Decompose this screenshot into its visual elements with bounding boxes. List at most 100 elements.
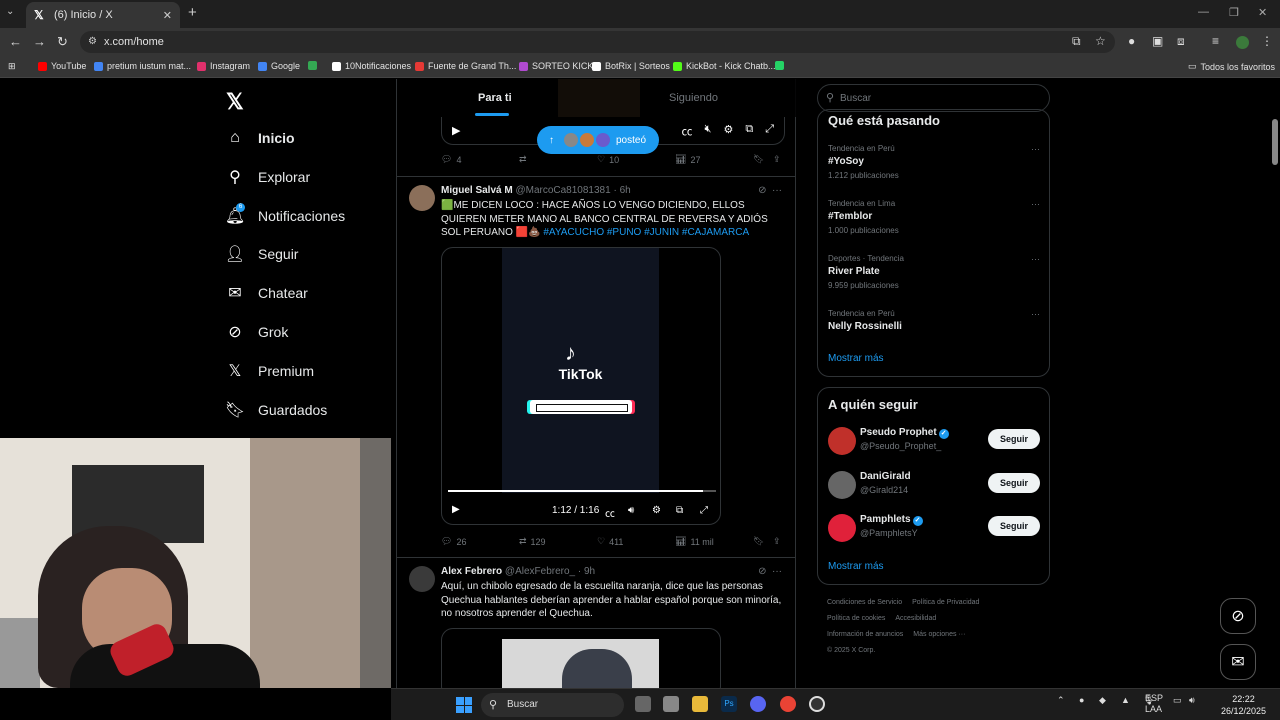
bookmark-item[interactable]: Instagram	[197, 61, 250, 71]
obs-icon[interactable]	[809, 696, 825, 712]
footer-link[interactable]: © 2025 X Corp.	[827, 647, 875, 654]
suggestion-name[interactable]: Pamphlets ✓	[860, 514, 923, 526]
post-hashtags[interactable]: #AYACUCHO #PUNO #JUNIN #CAJAMARCA	[543, 227, 749, 238]
bookmark-item[interactable]: Fuente de Grand Th...	[415, 61, 516, 71]
grok-post-icon[interactable]: ⊘ ···	[758, 566, 782, 577]
apps-icon[interactable]: ⊞	[8, 61, 16, 72]
video-player[interactable]: ♪ TikTok ▶ 1:12 / 1:16 ㏄ 🔊︎ ⚙ ⧉ ⤢	[441, 247, 721, 525]
fullscreen-icon[interactable]: ⤢	[765, 123, 774, 139]
reload-icon[interactable]: ↻	[57, 34, 68, 50]
bookmark-item[interactable]: KickBot - Kick Chatb...	[673, 61, 776, 71]
avatar[interactable]	[409, 566, 435, 592]
avatar[interactable]	[409, 185, 435, 211]
more-options-icon[interactable]: ···	[1031, 199, 1040, 209]
footer-link[interactable]: Accesibilidad	[895, 615, 936, 622]
nav-item-notificaciones[interactable]: 🔔︎ 6 Notificaciones	[225, 202, 345, 225]
language-indicator[interactable]: ESP LAA	[1145, 693, 1163, 715]
all-bookmarks[interactable]: ▭ Todos los favoritos	[1188, 61, 1275, 72]
page-scrollbar[interactable]	[1272, 119, 1278, 165]
bookmark-item[interactable]: YouTube	[38, 61, 86, 71]
nav-item-inicio[interactable]: ⌂ Inicio	[226, 129, 294, 147]
who-show-more[interactable]: Mostrar más	[828, 561, 884, 572]
like-button[interactable]: ♡ 411	[597, 536, 623, 547]
bookmark-button[interactable]: 🔖︎	[753, 536, 764, 547]
nav-item-premium[interactable]: 𝕏 Premium	[226, 362, 314, 380]
views-button[interactable]: 📊︎ 27	[675, 154, 700, 165]
menu-icon[interactable]: ⋮	[1261, 34, 1273, 48]
post-image[interactable]	[441, 628, 721, 688]
post-time[interactable]: · 9h	[578, 566, 595, 577]
author-name[interactable]: Alex Febrero	[441, 566, 502, 577]
play-icon[interactable]: ▶	[452, 124, 460, 137]
windows-start-icon[interactable]	[456, 697, 472, 713]
video-progress[interactable]	[448, 490, 716, 492]
tray-app-icon[interactable]: ●	[1079, 695, 1084, 705]
like-button[interactable]: ♡ 10	[597, 154, 619, 165]
puzzle-icon[interactable]: ⧈	[1177, 34, 1185, 49]
network-icon[interactable]: ▭	[1173, 695, 1182, 706]
star-icon[interactable]: ☆	[1095, 34, 1106, 48]
volume-icon[interactable]: 🔊︎	[628, 505, 634, 516]
bookmark-item[interactable]: pretium iustum mat...	[94, 61, 191, 71]
views-button[interactable]: 📊︎ 11 mil	[675, 536, 714, 547]
bookmark-item[interactable]: 10Notificaciones	[332, 61, 411, 71]
app-icon[interactable]	[663, 696, 679, 712]
follow-suggestion[interactable]: DaniGirald @Girald214 Seguir	[828, 470, 1040, 501]
trend-item[interactable]: Deportes · Tendencia River Plate 9.959 pub…	[828, 254, 1040, 290]
volume-icon[interactable]: 🔊︎	[1189, 695, 1195, 706]
popout-icon[interactable]: ⧉	[745, 123, 753, 139]
share-button[interactable]: ⇪	[773, 154, 781, 165]
bookmark-item[interactable]: BotRix | Sorteos	[592, 61, 670, 71]
fullscreen-icon[interactable]: ⤢	[700, 505, 708, 516]
settings-icon[interactable]: ⚙	[723, 123, 733, 139]
restore-icon[interactable]: ❐	[1229, 6, 1239, 19]
footer-link[interactable]: Más opciones ···	[913, 631, 965, 638]
grok-post-icon[interactable]: ⊘ ···	[758, 185, 782, 196]
media-icon[interactable]: ≡	[1212, 34, 1219, 48]
settings-icon[interactable]: ⚙	[652, 505, 661, 516]
bookmark-item[interactable]	[775, 61, 784, 70]
suggestion-name[interactable]: Pseudo Prophet ✓	[860, 427, 949, 439]
task-view-icon[interactable]	[635, 696, 651, 712]
play-icon[interactable]: ▶	[452, 504, 460, 515]
x-logo-icon[interactable]: 𝕏	[226, 89, 244, 115]
file-explorer-icon[interactable]	[692, 696, 708, 712]
nav-item-seguir[interactable]: 👤︎ Seguir	[225, 245, 299, 263]
bookmark-item[interactable]: Google	[258, 61, 300, 71]
bookmark-item[interactable]	[308, 61, 317, 70]
follow-button[interactable]: Seguir	[988, 429, 1040, 449]
footer-link[interactable]: Política de Privacidad	[912, 599, 979, 606]
share-button[interactable]: ⇪	[773, 536, 781, 547]
post-time[interactable]: · 6h	[613, 185, 630, 196]
new-tab-icon[interactable]: +	[188, 4, 197, 21]
avatar[interactable]	[828, 427, 856, 455]
profile-avatar[interactable]	[1236, 36, 1249, 49]
reply-button[interactable]: 💬︎ 4	[441, 154, 461, 165]
clock[interactable]: 22:22 26/12/2025	[1221, 693, 1266, 717]
more-options-icon[interactable]: ···	[1031, 144, 1040, 154]
author-name[interactable]: Miguel Salvá M	[441, 185, 513, 196]
avatar[interactable]	[828, 514, 856, 542]
bookmark-button[interactable]: 🔖︎	[753, 154, 764, 165]
follow-button[interactable]: Seguir	[988, 472, 1040, 493]
discord-icon[interactable]	[750, 696, 766, 712]
cast-icon[interactable]: ⧉	[1072, 34, 1081, 49]
site-info-icon[interactable]: ⚙	[88, 36, 97, 47]
follow-suggestion[interactable]: Pamphlets ✓ @PamphletsY Seguir	[828, 514, 1040, 544]
back-icon[interactable]: ←	[9, 34, 22, 49]
wallet-icon[interactable]: ▣	[1152, 34, 1163, 48]
more-options-icon[interactable]: ···	[1031, 254, 1040, 264]
messages-fab-icon[interactable]: ✉	[1220, 644, 1256, 680]
trend-item[interactable]: Tendencia en Perú Nelly Rossinelli ···	[828, 309, 1040, 332]
chrome-icon[interactable]	[780, 696, 796, 712]
follow-suggestion[interactable]: Pseudo Prophet ✓ @Pseudo_Prophet_ Seguir	[828, 427, 1040, 457]
more-options-icon[interactable]: ···	[1031, 309, 1040, 319]
popout-icon[interactable]: ⧉	[676, 505, 683, 516]
search-input[interactable]: ⚲ Buscar	[817, 84, 1050, 112]
captions-icon[interactable]: ㏄	[682, 123, 693, 139]
close-tab-icon[interactable]: ✕	[163, 9, 172, 22]
repost-button[interactable]: ⇄ 129	[519, 536, 546, 547]
tab-para-ti[interactable]: Para ti	[478, 92, 512, 104]
new-posts-pill[interactable]: ↑ posteó	[537, 126, 659, 154]
tray-app-icon[interactable]: ▲	[1121, 695, 1130, 705]
